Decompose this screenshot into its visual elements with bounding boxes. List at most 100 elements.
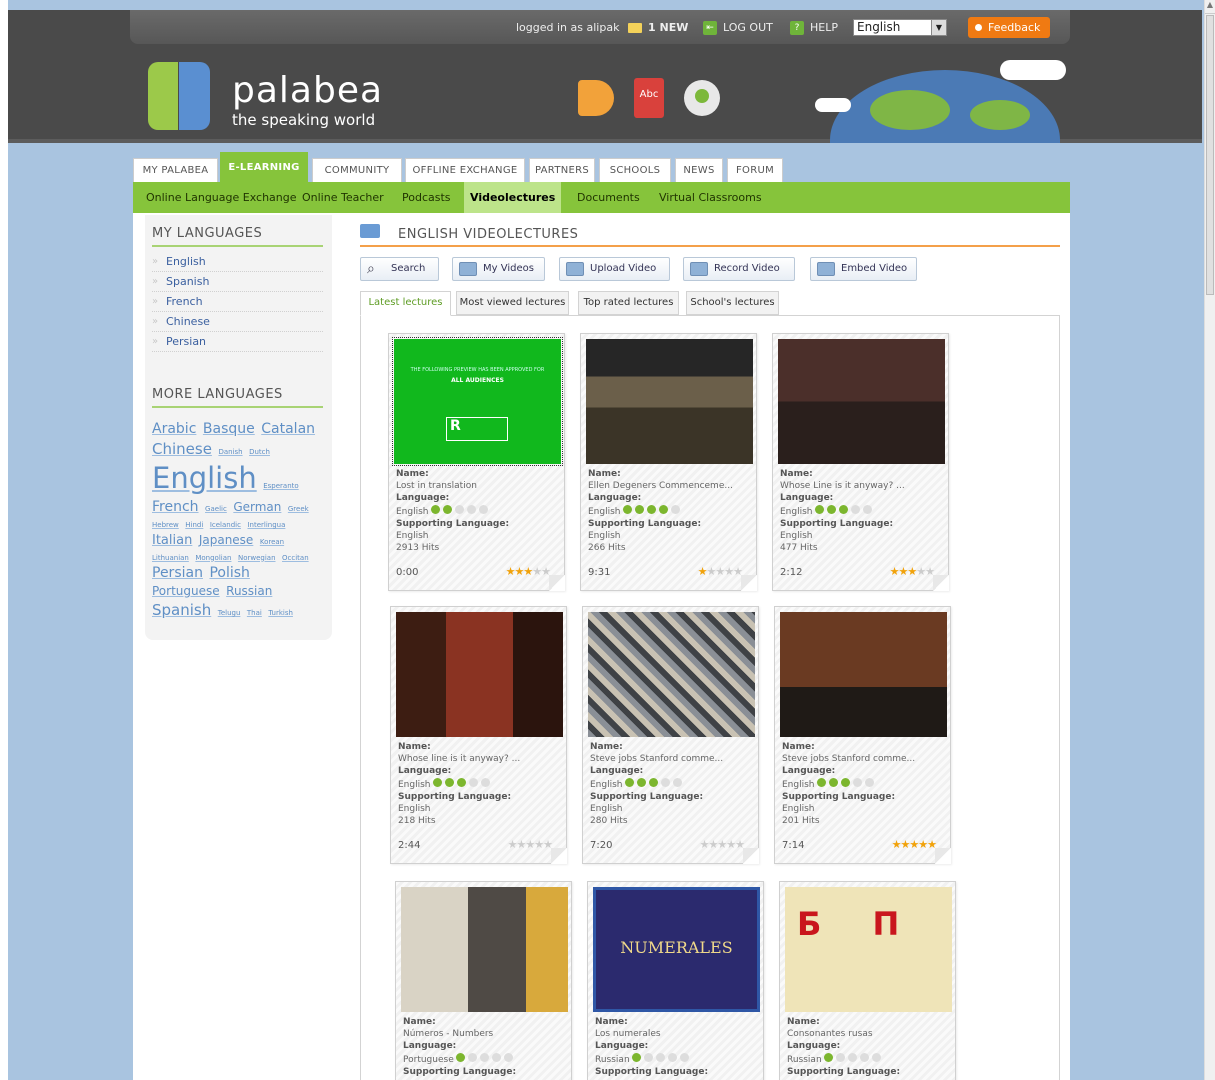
lecture-card[interactable]: NUMERALES Name: Los numerales Language: Russ… [587, 881, 764, 1080]
video-thumbnail[interactable] [401, 887, 568, 1012]
language-select[interactable]: English ▼ [853, 19, 947, 36]
embed-video-button[interactable]: Embed Video [810, 257, 917, 281]
my-language-chinese[interactable]: Chinese [152, 312, 323, 332]
star-rating[interactable]: ★★★★★ [698, 565, 743, 578]
lecture-card[interactable]: THE FOLLOWING PREVIEW HAS BEEN APPROVED … [388, 333, 565, 591]
video-thumbnail[interactable] [778, 339, 945, 464]
video-thumbnail[interactable] [780, 612, 947, 737]
dictionary-book-icon[interactable]: Abc [634, 78, 664, 118]
language-tag-japanese[interactable]: Japanese [199, 533, 254, 547]
language-tag-chinese[interactable]: Chinese [152, 440, 212, 458]
scrollbar-thumb[interactable] [1206, 15, 1214, 295]
search-button[interactable]: ⌕ Search [360, 257, 439, 281]
name-value: Steve jobs Stanford comme... [590, 754, 724, 765]
tab-school-s-lectures[interactable]: School's lectures [686, 291, 779, 315]
language-tag-mongolian[interactable]: Mongolian [195, 554, 231, 562]
star-rating[interactable]: ★★★★★ [890, 565, 935, 578]
language-tag-german[interactable]: German [233, 500, 281, 514]
video-thumbnail[interactable] [396, 612, 563, 737]
nav-tab-e-learning[interactable]: E-LEARNING [220, 152, 308, 182]
record-video-button[interactable]: Record Video [683, 257, 795, 281]
language-tag-danish[interactable]: Danish [218, 448, 242, 456]
messages-link[interactable]: 1 NEW [628, 21, 688, 34]
help-link[interactable]: ? HELP [790, 21, 838, 35]
language-tag-norwegian[interactable]: Norwegian [238, 554, 276, 562]
megaphone-icon[interactable] [578, 80, 614, 116]
nav-tab-offline-exchange[interactable]: OFFLINE EXCHANGE [405, 158, 525, 182]
language-tag-persian[interactable]: Persian [152, 565, 203, 581]
video-thumbnail[interactable] [588, 612, 755, 737]
chat-bubble-icon[interactable] [684, 80, 720, 116]
nav-tab-news[interactable]: NEWS [675, 158, 723, 182]
language-tag-dutch[interactable]: Dutch [249, 448, 270, 456]
lecture-card[interactable]: Name: Whose line is it anyway? ... Languag… [390, 606, 567, 864]
language-tag-basque[interactable]: Basque [203, 421, 255, 437]
nav-tab-partners[interactable]: PARTNERS [529, 158, 595, 182]
star-rating[interactable]: ★★★★★ [700, 838, 745, 851]
my-language-persian[interactable]: Persian [152, 332, 323, 352]
lecture-card[interactable]: Б П Name: Consonantes rusas Language: Russia… [779, 881, 956, 1080]
lecture-card[interactable]: Name: Ellen Degeners Commenceme... Languag… [580, 333, 757, 591]
upload-video-button[interactable]: Upload Video [559, 257, 670, 281]
language-tag-russian[interactable]: Russian [226, 584, 272, 598]
nav-tab-my-palabea[interactable]: MY PALABEA [133, 158, 218, 182]
vertical-scrollbar[interactable]: ▲ [1204, 0, 1215, 1080]
tab-most-viewed-lectures[interactable]: Most viewed lectures [456, 291, 569, 315]
language-tag-gaelic[interactable]: Gaelic [205, 505, 227, 513]
feedback-button[interactable]: Feedback [968, 17, 1050, 38]
lecture-card[interactable]: Name: Números - Numbers Language: Portugues… [395, 881, 572, 1080]
palabea-logo-icon[interactable] [148, 62, 210, 130]
my-language-french[interactable]: French [152, 292, 323, 312]
logo-name[interactable]: palabea [232, 70, 383, 111]
language-tag-arabic[interactable]: Arabic [152, 421, 196, 437]
subnav-podcasts[interactable]: Podcasts [402, 182, 451, 213]
language-tag-esperanto[interactable]: Esperanto [263, 482, 298, 490]
mail-icon [628, 23, 642, 33]
subnav-documents[interactable]: Documents [577, 182, 640, 213]
language-tag-icelandic[interactable]: Icelandic [210, 521, 241, 529]
language-tag-korean[interactable]: Korean [260, 538, 284, 546]
info-value: English [780, 504, 945, 518]
tab-top-rated-lectures[interactable]: Top rated lectures [578, 291, 679, 315]
language-tag-polish[interactable]: Polish [209, 565, 249, 581]
language-tag-interlingua[interactable]: Interlingua [247, 521, 285, 529]
language-tag-spanish[interactable]: Spanish [152, 601, 211, 619]
language-tag-occitan[interactable]: Occitan [282, 554, 309, 562]
language-tag-greek[interactable]: Greek [288, 505, 309, 513]
language-tag-italian[interactable]: Italian [152, 533, 192, 548]
video-thumbnail[interactable] [586, 339, 753, 464]
tab-latest-lectures[interactable]: Latest lectures [360, 291, 451, 316]
lecture-card[interactable]: Name: Whose Line is it anyway? ... Languag… [772, 333, 949, 591]
my-language-english[interactable]: English [152, 252, 323, 272]
star-rating[interactable]: ★★★★★ [508, 838, 553, 851]
subnav-videolectures[interactable]: Videolectures [464, 182, 562, 213]
video-thumbnail[interactable]: NUMERALES [593, 887, 760, 1012]
language-tag-turkish[interactable]: Turkish [268, 609, 293, 617]
nav-tab-community[interactable]: COMMUNITY [312, 158, 402, 182]
subnav-virtual-classrooms[interactable]: Virtual Classrooms [659, 182, 762, 213]
language-tag-hindi[interactable]: Hindi [185, 521, 203, 529]
language-tag-hebrew[interactable]: Hebrew [152, 521, 179, 529]
star-rating[interactable]: ★★★★★ [892, 838, 937, 851]
language-tag-lithuanian[interactable]: Lithuanian [152, 554, 189, 562]
language-tag-telugu[interactable]: Telugu [218, 609, 241, 617]
subnav-online-teacher[interactable]: Online Teacher [302, 182, 384, 213]
lecture-card[interactable]: Name: Steve jobs Stanford comme... Languag… [774, 606, 951, 864]
video-thumbnail[interactable]: Б П [785, 887, 952, 1012]
video-thumbnail[interactable]: THE FOLLOWING PREVIEW HAS BEEN APPROVED … [392, 337, 563, 466]
language-tag-thai[interactable]: Thai [247, 609, 262, 617]
nav-tab-forum[interactable]: FORUM [727, 158, 783, 182]
language-tag-catalan[interactable]: Catalan [261, 421, 315, 437]
subnav-online-language-exchange[interactable]: Online Language Exchange [146, 182, 297, 213]
language-tag-english[interactable]: English [152, 461, 257, 495]
star-rating[interactable]: ★★★★★ [506, 565, 551, 578]
language-tag-french[interactable]: French [152, 499, 199, 515]
my-videos-button[interactable]: My Videos [452, 257, 545, 281]
logout-link[interactable]: ⇤ LOG OUT [703, 21, 773, 35]
nav-tab-schools[interactable]: SCHOOLS [599, 158, 671, 182]
lecture-card[interactable]: Name: Steve jobs Stanford comme... Languag… [582, 606, 759, 864]
my-language-spanish[interactable]: Spanish [152, 272, 323, 292]
scroll-up-arrow-icon[interactable]: ▲ [1205, 0, 1215, 14]
info-label: Language: [398, 766, 452, 777]
language-tag-portuguese[interactable]: Portuguese [152, 584, 220, 598]
